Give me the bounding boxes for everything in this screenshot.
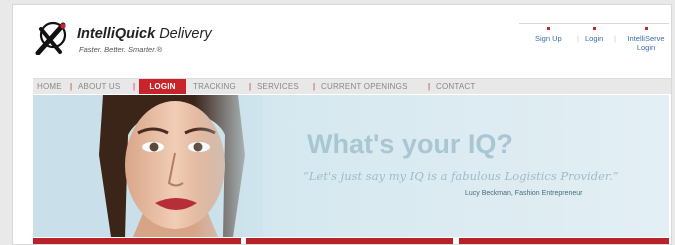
logo-mark-icon[interactable] — [33, 19, 69, 55]
nav-tracking[interactable]: TRACKING — [193, 79, 236, 94]
model-portrait-image — [33, 95, 263, 237]
nav-separator: | — [133, 82, 136, 91]
brand-name-bold: IntelliQuick — [77, 26, 156, 42]
feature-panel-bar — [33, 238, 241, 244]
nav-current-openings[interactable]: CURRENT OPENINGS — [321, 79, 408, 94]
sign-up-label: Sign Up — [535, 34, 562, 43]
nav-home[interactable]: HOME — [37, 79, 62, 94]
hero-attribution: Lucy Beckman, Fashion Entrepreneur — [465, 190, 583, 197]
nav-separator: | — [249, 82, 252, 91]
login-label: Login — [585, 34, 604, 43]
nav-services[interactable]: SERVICES — [257, 79, 299, 94]
login-link[interactable]: Login — [585, 27, 604, 43]
feature-panel-bar — [246, 238, 453, 244]
nav-contact[interactable]: CONTACT — [436, 79, 475, 94]
hero-quote: “Let's just say my IQ is a fabulous Logi… — [303, 169, 619, 183]
utility-nav: Sign Up | Login | IntelliServe Login — [519, 23, 669, 60]
main-nav: HOME | ABOUT US | LOGIN TRACKING | SERVI… — [33, 78, 671, 94]
feature-panel-bar — [459, 238, 669, 244]
hero-banner: What's your IQ? “Let's just say my IQ is… — [33, 95, 669, 237]
login-marker — [593, 27, 597, 30]
brand-name-light: Delivery — [159, 26, 212, 42]
sign-up-marker — [547, 27, 551, 30]
hero-headline: What's your IQ? — [307, 129, 513, 159]
nav-login[interactable]: LOGIN — [139, 79, 186, 94]
nav-separator: | — [70, 82, 73, 91]
util-separator: | — [577, 34, 579, 43]
intelliserve-label-line2: Login — [636, 43, 656, 52]
intelliserve-label-line1: IntelliServe — [627, 34, 665, 43]
intelliserve-login-link[interactable]: IntelliServe Login — [623, 27, 669, 52]
nav-separator: | — [313, 82, 316, 91]
nav-separator: | — [428, 82, 431, 91]
page: IntelliQuick Delivery Faster. Better. Sm… — [12, 4, 672, 245]
sign-up-link[interactable]: Sign Up — [535, 27, 562, 43]
util-separator: | — [614, 34, 616, 43]
nav-about-us[interactable]: ABOUT US — [78, 79, 120, 94]
brand-tagline: Faster. Better. Smarter.® — [79, 45, 163, 54]
brand-name[interactable]: IntelliQuick Delivery — [77, 26, 212, 42]
intelliserve-marker — [645, 27, 648, 30]
